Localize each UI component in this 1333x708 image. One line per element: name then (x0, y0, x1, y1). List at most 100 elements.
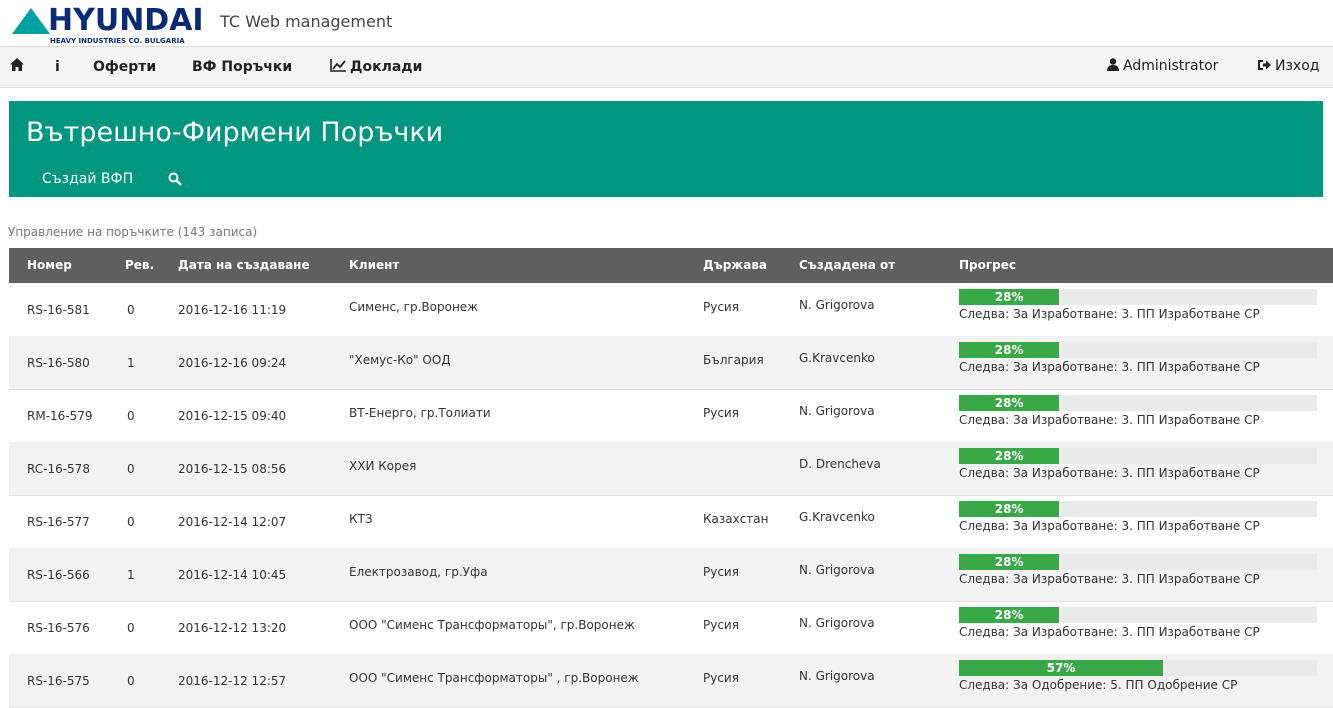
order-number-cell[interactable]: RS-16-566 (27, 568, 90, 582)
logout-button[interactable]: Изход (1258, 58, 1319, 74)
progress-fill: 28% (959, 289, 1060, 305)
col-progress[interactable]: Прогрес (959, 258, 1016, 272)
progress-fill: 28% (959, 501, 1060, 517)
progress-bar: 28% (959, 342, 1317, 358)
logo-subtext: HEAVY INDUSTRIES CO. BULGARIA (50, 37, 185, 45)
revision-cell: 0 (127, 303, 135, 317)
order-number-cell[interactable]: RM-16-579 (27, 409, 93, 423)
country-cell: Русия (703, 406, 739, 420)
created-by-cell: D. Drencheva (799, 457, 881, 471)
country-cell: Казахстан (703, 512, 769, 526)
col-created-by[interactable]: Създадена от (799, 258, 895, 272)
nav-reports[interactable]: Доклади (330, 59, 422, 75)
revision-cell: 0 (127, 674, 135, 688)
next-step-text: Следва: За Изработване: 3. ПП Изработван… (959, 625, 1260, 639)
progress-bar: 28% (959, 554, 1317, 570)
country-cell: Русия (703, 565, 739, 579)
country-cell: Русия (703, 300, 739, 314)
created-date-cell: 2016-12-14 12:07 (178, 515, 287, 529)
search-button[interactable] (168, 171, 182, 190)
table-row[interactable]: RS-16-577 0 2016-12-14 12:07 КТЗ Казахстан G.… (9, 495, 1333, 549)
order-number-cell[interactable]: RC-16-578 (27, 462, 90, 476)
progress-bar: 28% (959, 448, 1317, 464)
order-number-cell[interactable]: RS-16-575 (27, 674, 90, 688)
client-cell: "Хемус-Ко" ООД (349, 353, 451, 367)
created-by-cell: N. Grigorova (799, 616, 875, 630)
hyundai-logo[interactable]: HYUNDAI HEAVY INDUSTRIES CO. BULGARIA (12, 3, 207, 46)
revision-cell: 0 (127, 515, 135, 529)
created-by-cell: N. Grigorova (799, 404, 875, 418)
order-number-cell[interactable]: RS-16-581 (27, 303, 90, 317)
table-row[interactable]: RC-16-578 0 2016-12-15 08:56 ХХИ Корея D. Dr… (9, 442, 1333, 496)
created-date-cell: 2016-12-15 08:56 (178, 462, 287, 476)
create-order-button[interactable]: Създай ВФП (42, 171, 133, 187)
created-date-cell: 2016-12-15 09:40 (178, 409, 287, 423)
col-client[interactable]: Клиент (349, 258, 399, 272)
col-country[interactable]: Държава (703, 258, 767, 272)
col-created-date[interactable]: Дата на създаване (178, 258, 310, 272)
revision-cell: 1 (127, 568, 135, 582)
country-cell: Русия (703, 618, 739, 632)
revision-cell: 0 (127, 409, 135, 423)
table-row[interactable]: RM-16-579 0 2016-12-15 09:40 ВТ-Енерго, гр.… (9, 389, 1333, 443)
user-menu[interactable]: Administrator (1107, 58, 1218, 74)
nav-reports-label: Доклади (350, 59, 423, 75)
info-link[interactable]: i (55, 59, 60, 75)
created-by-cell: G.Kravcenko (799, 351, 875, 365)
created-date-cell: 2016-12-12 12:57 (178, 674, 287, 688)
created-date-cell: 2016-12-16 11:19 (178, 303, 287, 317)
home-icon[interactable] (10, 58, 24, 75)
progress-bar: 28% (959, 395, 1317, 411)
order-number-cell[interactable]: RS-16-577 (27, 515, 90, 529)
created-by-cell: N. Grigorova (799, 298, 875, 312)
client-cell: ООО "Сименс Трансформаторы", гр.Воронеж (349, 618, 635, 632)
user-name: Administrator (1123, 58, 1219, 74)
page-banner: Вътрешно-Фирмени Поръчки Създай ВФП (9, 101, 1323, 197)
revision-cell: 0 (127, 462, 135, 476)
client-cell: КТЗ (349, 512, 373, 526)
logo-triangle-icon (12, 8, 50, 34)
progress-bar: 28% (959, 289, 1317, 305)
col-number[interactable]: Номер (27, 258, 72, 272)
country-cell: Русия (703, 671, 739, 685)
order-number-cell[interactable]: RS-16-576 (27, 621, 90, 635)
created-by-cell: N. Grigorova (799, 669, 875, 683)
next-step-text: Следва: За Изработване: 3. ПП Изработван… (959, 360, 1260, 374)
user-icon (1107, 58, 1119, 71)
created-date-cell: 2016-12-16 09:24 (178, 356, 287, 370)
sign-out-icon (1258, 60, 1271, 70)
nav-orders[interactable]: ВФ Поръчки (192, 59, 292, 75)
chart-line-icon (330, 59, 346, 72)
next-step-text: Следва: За Изработване: 3. ПП Изработван… (959, 307, 1260, 321)
progress-bar: 28% (959, 607, 1317, 623)
table-row[interactable]: RS-16-580 1 2016-12-16 09:24 "Хемус-Ко" ООД… (9, 336, 1333, 390)
page-title: Вътрешно-Фирмени Поръчки (26, 117, 444, 148)
order-number-cell[interactable]: RS-16-580 (27, 356, 90, 370)
progress-fill: 28% (959, 607, 1060, 623)
search-icon (168, 172, 182, 186)
col-revision[interactable]: Рев. (125, 258, 154, 272)
next-step-text: Следва: За Изработване: 3. ПП Изработван… (959, 519, 1260, 533)
client-cell: ВТ-Енерго, гр.Толиати (349, 406, 491, 420)
next-step-text: Следва: За Изработване: 3. ПП Изработван… (959, 466, 1260, 480)
main-navbar: i Оферти ВФ Поръчки Доклади Administrato… (0, 46, 1333, 88)
table-row[interactable]: RS-16-581 0 2016-12-16 11:19 Сименс, гр.Вор… (9, 283, 1333, 337)
created-date-cell: 2016-12-12 13:20 (178, 621, 287, 635)
table-row[interactable]: RS-16-575 0 2016-12-12 12:57 ООО "Сименс Тр… (9, 654, 1333, 708)
client-cell: ООО "Сименс Трансформаторы" , гр.Воронеж (349, 671, 639, 685)
progress-fill: 28% (959, 342, 1060, 358)
logout-label: Изход (1275, 58, 1320, 74)
next-step-text: Следва: За Изработване: 3. ПП Изработван… (959, 572, 1260, 586)
next-step-text: Следва: За Изработване: 3. ПП Изработван… (959, 413, 1260, 427)
table-row[interactable]: RS-16-566 1 2016-12-14 10:45 Електрозавод, … (9, 548, 1333, 602)
progress-fill: 28% (959, 554, 1060, 570)
logo-wordmark: HYUNDAI (48, 3, 204, 38)
records-caption: Управление на поръчките (143 записа) (8, 225, 258, 239)
app-title: TC Web management (220, 12, 393, 31)
table-row[interactable]: RS-16-576 0 2016-12-12 13:20 ООО "Сименс Тр… (9, 601, 1333, 655)
client-cell: ХХИ Корея (349, 459, 417, 473)
next-step-text: Следва: За Одобрение: 5. ПП Одобрение СР (959, 678, 1238, 692)
nav-offers[interactable]: Оферти (93, 59, 156, 75)
client-cell: Сименс, гр.Воронеж (349, 300, 478, 314)
revision-cell: 1 (127, 356, 135, 370)
